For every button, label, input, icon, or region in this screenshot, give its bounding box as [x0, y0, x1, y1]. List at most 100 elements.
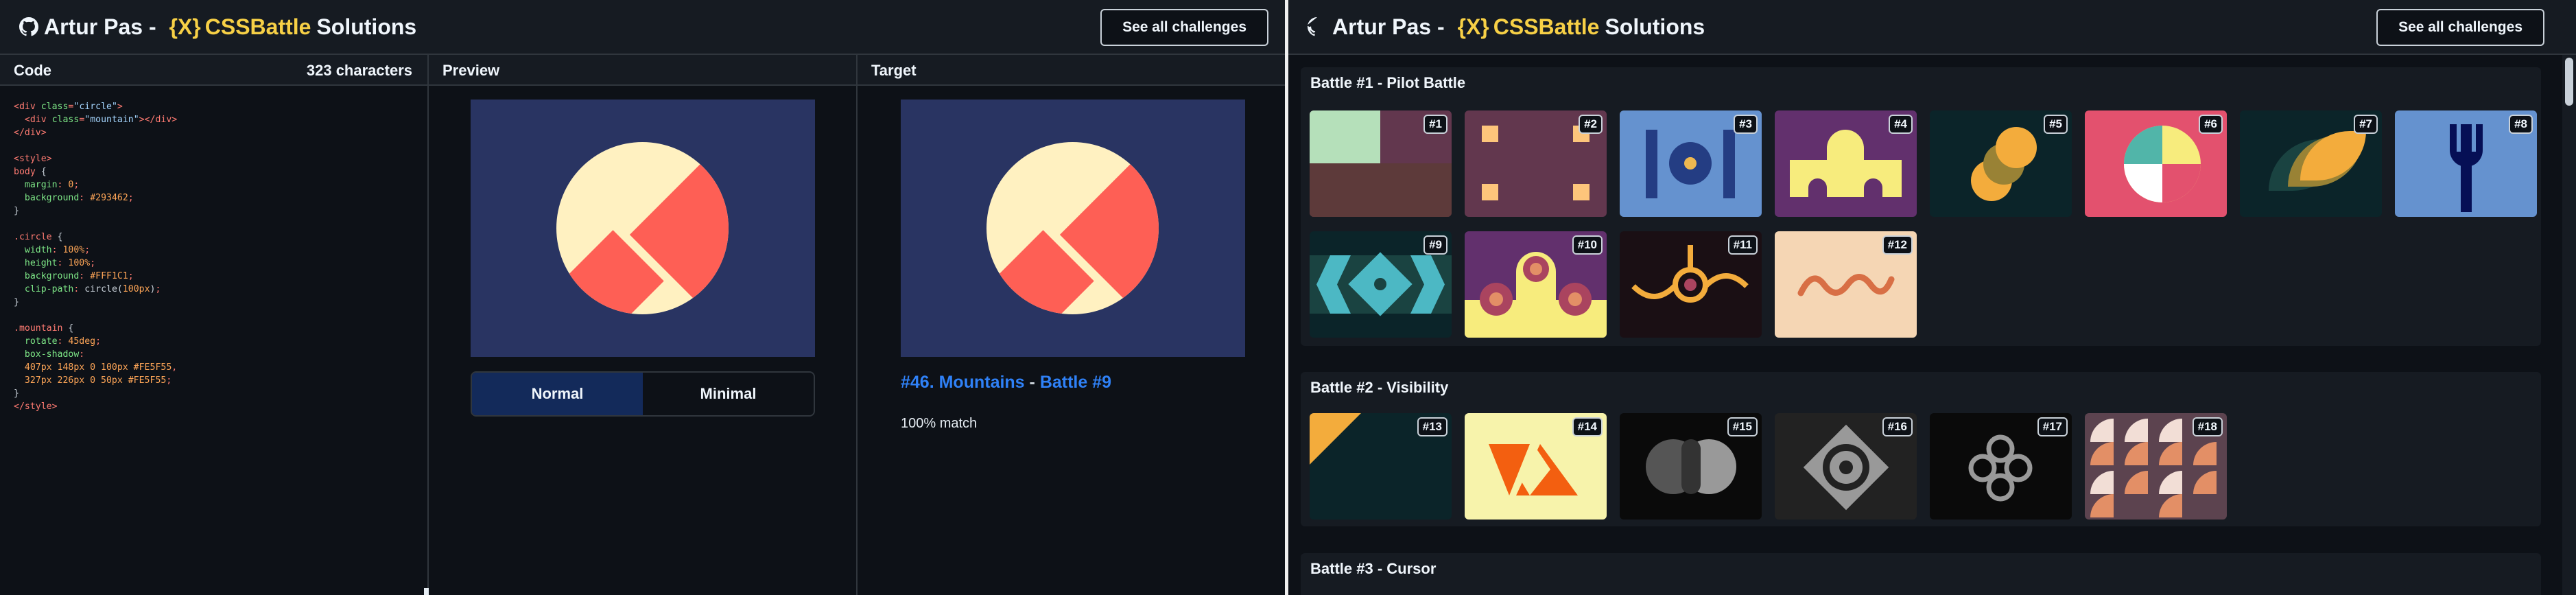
challenge-tile-13[interactable]: #13 — [1310, 413, 1452, 520]
challenge-tile-4[interactable]: #4 — [1775, 110, 1917, 217]
challenge-tile-6[interactable]: #6 — [2085, 110, 2227, 217]
challenge-number-badge: #4 — [1889, 115, 1913, 134]
challenge-tile-9[interactable]: #9 — [1310, 231, 1452, 338]
tile-shape — [2461, 164, 2472, 212]
challenge-number-badge: #5 — [2044, 115, 2068, 134]
tile-shape — [1310, 163, 1452, 217]
challenge-number-badge: #18 — [2192, 417, 2223, 436]
challenge-tile-10[interactable]: #10 — [1465, 231, 1607, 338]
code-panel-header: Code 323 characters — [0, 55, 427, 86]
author-name: Artur Pas — [1332, 14, 1432, 39]
solutions-label: Solutions — [1605, 14, 1705, 39]
title-separator: - — [1024, 373, 1040, 392]
challenge-number-badge: #7 — [2354, 115, 2378, 134]
challenge-tile-11[interactable]: #11 — [1620, 231, 1762, 338]
match-percentage: 100% match — [901, 416, 978, 431]
target-title: #46. Mountains - Battle #9 — [901, 373, 1111, 393]
challenge-number-badge: #12 — [1882, 235, 1913, 255]
tile-shape — [1482, 184, 1498, 200]
cssbattle-label: CSSBattle — [204, 14, 311, 39]
challenge-tile-17[interactable]: #17 — [1930, 413, 2072, 520]
tile-shape — [2450, 124, 2483, 167]
header: Artur Pas - {X} CSSBattle Solutions See … — [0, 0, 1285, 55]
challenge-number-badge: #1 — [1423, 115, 1447, 134]
target-circle — [986, 142, 1159, 314]
tile-shape — [1864, 178, 1882, 197]
battle-section-1: Battle #1 - Pilot Battle #1 #2 #3 #4 #5 … — [1301, 67, 2541, 346]
challenge-number-badge: #8 — [2509, 115, 2533, 134]
challenge-tile-7[interactable]: #7 — [2240, 110, 2382, 217]
header: Artur Pas - {X} CSSBattle Solutions See … — [1288, 0, 2576, 55]
challenge-tile-3[interactable]: #3 — [1620, 110, 1762, 217]
page-scrollbar[interactable] — [2562, 55, 2576, 595]
preview-label: Preview — [442, 62, 500, 79]
section-title: Battle #2 - Visibility — [1310, 379, 1449, 396]
tile-shape — [1482, 126, 1498, 142]
tile-shape — [1374, 278, 1386, 290]
challenge-tile-5[interactable]: #5 — [1930, 110, 2072, 217]
text-cursor-icon — [424, 588, 429, 595]
battle-link[interactable]: Battle #9 — [1040, 373, 1111, 392]
preview-panel-header: Preview — [429, 55, 856, 86]
challenge-number-badge: #13 — [1417, 417, 1447, 436]
challenge-tile-2[interactable]: #2 — [1465, 110, 1607, 217]
challenge-link[interactable]: #46. Mountains — [901, 373, 1025, 392]
code-panel: Code 323 characters <div class="circle">… — [0, 55, 429, 595]
cssbattle-logo-icon: {X} — [169, 14, 201, 39]
view-mode-toggle: Normal Minimal — [471, 371, 815, 417]
minimal-view-button[interactable]: Minimal — [643, 373, 814, 415]
solutions-index-page: Artur Pas - {X} CSSBattle Solutions See … — [1288, 0, 2576, 595]
see-all-challenges-button[interactable]: See all challenges — [2376, 9, 2544, 46]
cssbattle-logo-icon: {X} — [1457, 14, 1489, 39]
preview-output — [471, 100, 815, 357]
tile-shape — [1808, 178, 1827, 197]
normal-view-button[interactable]: Normal — [472, 373, 643, 415]
section-title: Battle #1 - Pilot Battle — [1310, 74, 1466, 91]
challenge-tile-16[interactable]: #16 — [1775, 413, 1917, 520]
brand-link[interactable]: Artur Pas - {X} CSSBattle Solutions — [19, 14, 416, 40]
challenge-tile-12[interactable]: #12 — [1775, 231, 1917, 338]
github-icon — [19, 17, 38, 36]
challenge-number-badge: #11 — [1727, 235, 1758, 255]
code-label: Code — [14, 62, 51, 79]
challenge-tile-1[interactable]: #1 — [1310, 110, 1452, 217]
tile-shape — [2300, 131, 2366, 180]
tile-shape — [1310, 110, 1380, 163]
challenge-number-badge: #9 — [1423, 235, 1447, 255]
author-name: Artur Pas — [44, 14, 143, 39]
target-panel-header: Target — [858, 55, 1285, 86]
challenge-number-badge: #2 — [1579, 115, 1603, 134]
tile-shape — [1996, 127, 2037, 168]
tile-shape — [1573, 184, 1590, 200]
see-all-challenges-button[interactable]: See all challenges — [1100, 9, 1268, 46]
tile-shape — [1684, 157, 1697, 170]
brand-link[interactable]: Artur Pas - {X} CSSBattle Solutions — [1308, 14, 1705, 40]
challenge-number-badge: #3 — [1734, 115, 1758, 134]
battle-section-2: Battle #2 - Visibility #13 #14 #15 #16 #… — [1301, 372, 2541, 526]
challenge-page: Artur Pas - {X} CSSBattle Solutions See … — [0, 0, 1285, 595]
section-title: Battle #3 - Cursor — [1310, 560, 1437, 577]
character-count: 323 characters — [306, 62, 412, 79]
challenge-tile-15[interactable]: #15 — [1620, 413, 1762, 520]
tile-shape — [2457, 124, 2461, 152]
scrollbar-thumb[interactable] — [2565, 58, 2573, 106]
brand-dash: - — [143, 14, 163, 39]
tile-shape — [1310, 413, 1361, 465]
cssbattle-label: CSSBattle — [1493, 14, 1600, 39]
target-label: Target — [871, 62, 917, 79]
brand-dash: - — [1431, 14, 1451, 39]
challenge-tile-14[interactable]: #14 — [1465, 413, 1607, 520]
challenge-tile-8[interactable]: #8 — [2395, 110, 2537, 217]
tile-shape — [1790, 160, 1902, 197]
challenge-number-badge: #17 — [2037, 417, 2068, 436]
challenge-tile-18[interactable]: #18 — [2085, 413, 2227, 520]
challenge-number-badge: #15 — [1727, 417, 1758, 436]
tile-shape — [2472, 124, 2476, 152]
solutions-label: Solutions — [316, 14, 417, 39]
code-editor[interactable]: <div class="circle"> <div class="mountai… — [14, 100, 177, 413]
tile-shape — [2124, 126, 2201, 202]
challenge-number-badge: #16 — [1882, 417, 1913, 436]
challenge-number-badge: #10 — [1572, 235, 1603, 255]
challenge-number-badge: #14 — [1572, 417, 1603, 436]
target-image — [901, 100, 1245, 357]
